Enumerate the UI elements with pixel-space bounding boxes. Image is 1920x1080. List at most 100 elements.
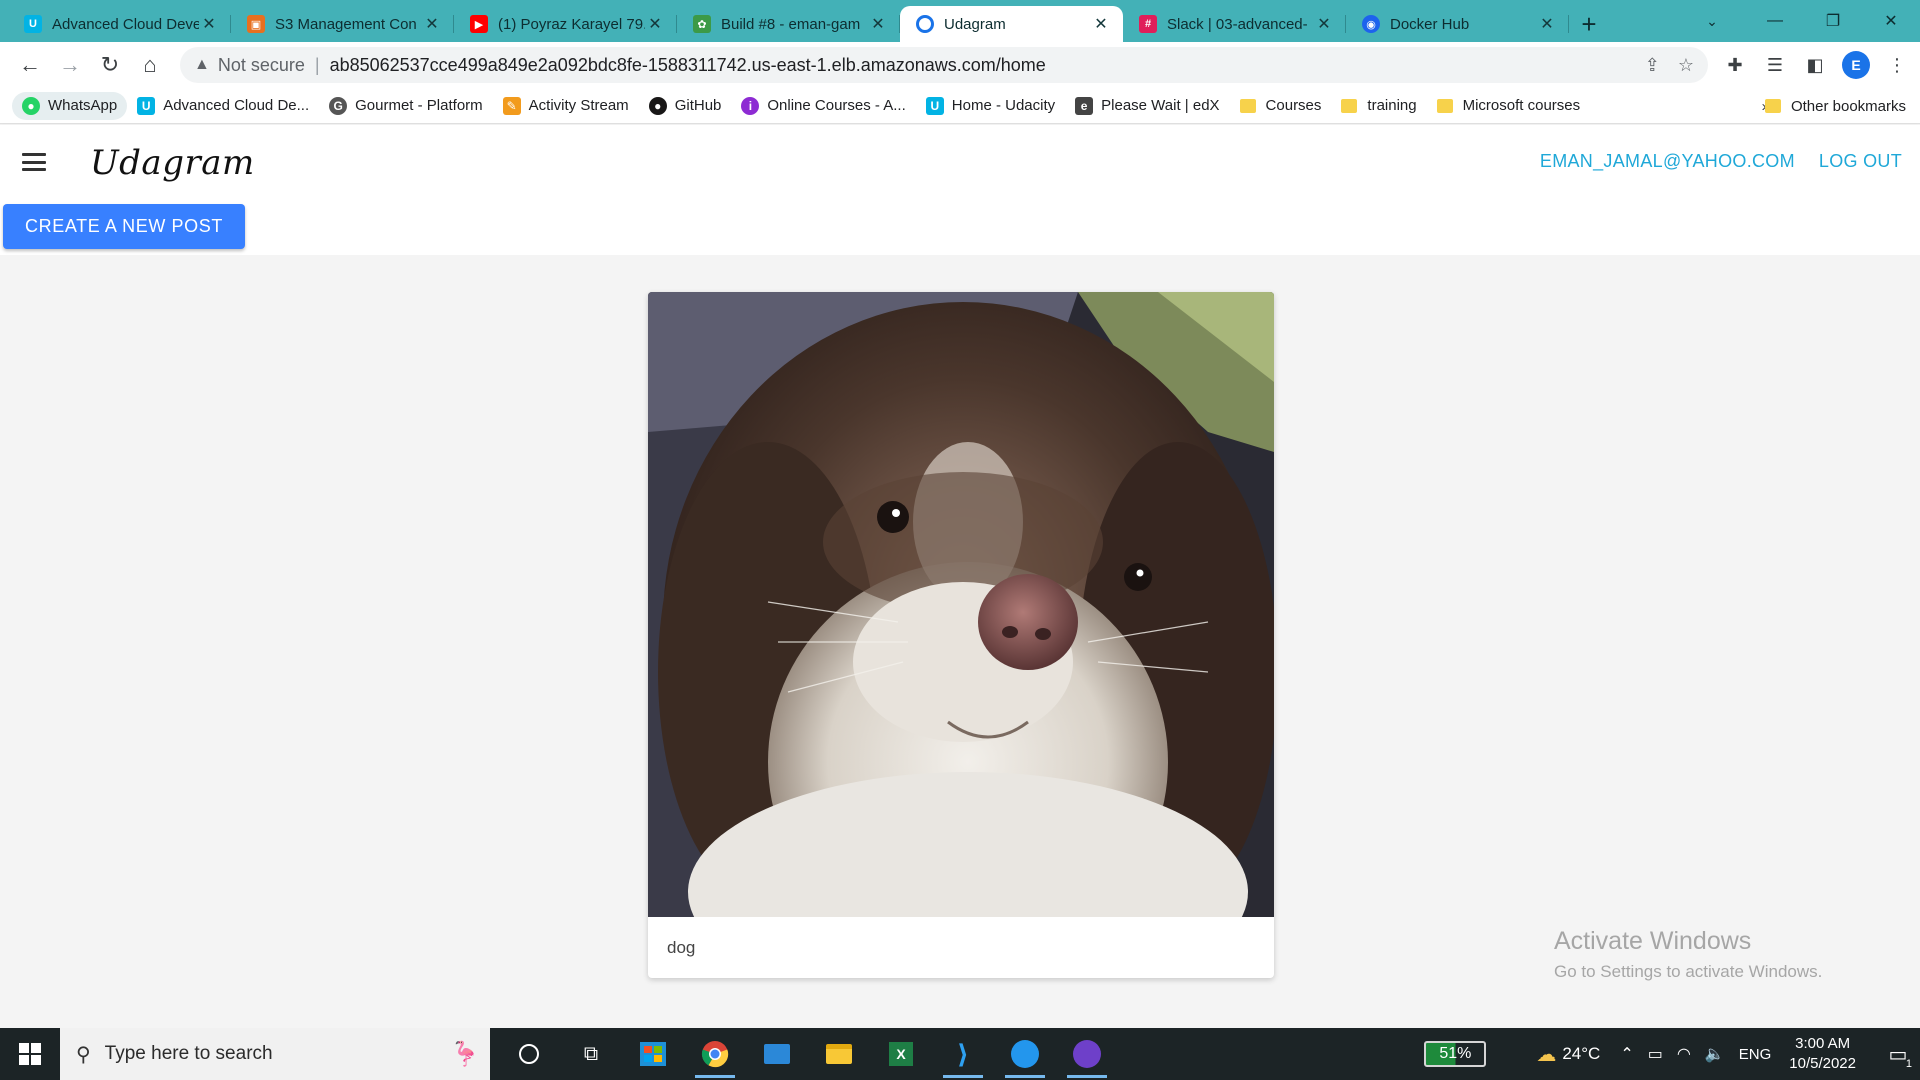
windows-taskbar: ⚲ Type here to search 🦩 ⧉ X ⟩ 51% ☁ 24°C…: [0, 1028, 1920, 1080]
warning-icon[interactable]: ▲: [194, 56, 210, 74]
tab-title: Docker Hub: [1390, 15, 1470, 33]
tab-title: Udagram: [944, 15, 1006, 33]
notification-center-button[interactable]: ▭ 1: [1876, 1028, 1920, 1080]
menu-icon[interactable]: [22, 153, 46, 171]
file-explorer-icon[interactable]: [808, 1028, 870, 1080]
bookmark-star-icon[interactable]: ☆: [1678, 55, 1694, 76]
url-text[interactable]: ab85062537cce499a849e2a092bdc8fe-1588311…: [330, 55, 1645, 76]
tab-title: Build #8 - eman-gam: [721, 15, 861, 33]
wifi-icon[interactable]: ◠: [1677, 1044, 1691, 1064]
weather-icon[interactable]: ☁: [1536, 1042, 1556, 1067]
docker-desktop-icon[interactable]: [994, 1028, 1056, 1080]
close-window-button[interactable]: ✕: [1862, 0, 1920, 42]
folder-icon: [1239, 98, 1256, 113]
github-desktop-icon[interactable]: [1056, 1028, 1118, 1080]
bookmark-advanced-cloud[interactable]: U Advanced Cloud De...: [127, 92, 319, 120]
clock[interactable]: 3:00 AM 10/5/2022: [1789, 1034, 1856, 1074]
tab-build[interactable]: ✿ Build #8 - eman-gam ✕: [677, 6, 900, 42]
start-button[interactable]: [0, 1028, 60, 1080]
security-label[interactable]: Not secure: [218, 55, 305, 76]
vscode-icon[interactable]: ⟩: [932, 1028, 994, 1080]
minimize-button[interactable]: —: [1746, 0, 1804, 42]
logout-button[interactable]: LOG OUT: [1819, 151, 1902, 172]
chevron-up-icon[interactable]: ⌃: [1620, 1044, 1633, 1064]
side-panel-icon[interactable]: ◧: [1802, 52, 1828, 78]
taskbar-search[interactable]: ⚲ Type here to search 🦩: [60, 1028, 490, 1080]
globe-icon: [916, 15, 934, 33]
remote-desktop-icon[interactable]: [746, 1028, 808, 1080]
windows-logo-icon: [19, 1043, 41, 1065]
bookmark-online-courses[interactable]: i Online Courses - A...: [731, 92, 915, 120]
weather-temperature[interactable]: 24°C: [1562, 1044, 1600, 1064]
aws-s3-icon: ▣: [247, 15, 265, 33]
back-button[interactable]: ←: [10, 45, 50, 85]
browser-toolbar: ← → ↻ ⌂ ▲ Not secure | ab85062537cce499a…: [0, 42, 1920, 88]
tab-youtube[interactable]: ▶ (1) Poyraz Karayel 79. ✕: [454, 6, 677, 42]
media-control-icon[interactable]: ☰: [1762, 52, 1788, 78]
post-image[interactable]: [648, 292, 1274, 917]
app-logo[interactable]: Udagram: [90, 143, 255, 183]
tab-slack[interactable]: # Slack | 03-advanced- ✕: [1123, 6, 1346, 42]
tab-title: (1) Poyraz Karayel 79.: [498, 15, 645, 33]
bookmark-edx[interactable]: e Please Wait | edX: [1065, 92, 1229, 120]
volume-icon[interactable]: 🔈: [1705, 1044, 1725, 1064]
github-icon: ●: [648, 96, 667, 115]
chrome-logo-icon: [701, 1041, 729, 1068]
battery-indicator[interactable]: 51%: [1424, 1041, 1487, 1067]
bookmark-github[interactable]: ● GitHub: [639, 92, 732, 120]
tab-advanced-cloud[interactable]: U Advanced Cloud Deve ✕: [8, 6, 231, 42]
close-icon[interactable]: ✕: [1091, 14, 1111, 34]
watermark-subtitle: Go to Settings to activate Windows.: [1554, 962, 1823, 981]
extensions-icon[interactable]: ✚: [1722, 52, 1748, 78]
share-icon[interactable]: ⇪: [1645, 55, 1660, 76]
search-icon: ⚲: [76, 1043, 91, 1066]
bookmark-folder-training[interactable]: training: [1331, 92, 1426, 120]
tab-docker-hub[interactable]: ◉ Docker Hub ✕: [1346, 6, 1569, 42]
udacity-icon: U: [925, 96, 944, 115]
close-icon[interactable]: ✕: [1314, 14, 1334, 34]
close-icon[interactable]: ✕: [1537, 14, 1557, 34]
bookmark-activity-stream[interactable]: ✎ Activity Stream: [493, 92, 639, 120]
battery-icon[interactable]: ▭: [1648, 1044, 1663, 1064]
excel-icon[interactable]: X: [870, 1028, 932, 1080]
clock-time: 3:00 AM: [1795, 1035, 1851, 1052]
close-icon[interactable]: ✕: [868, 14, 888, 34]
chrome-icon[interactable]: [684, 1028, 746, 1080]
bookmark-folder-microsoft[interactable]: Microsoft courses: [1427, 92, 1591, 120]
gourmet-icon: G: [329, 96, 348, 115]
bookmark-whatsapp[interactable]: ● WhatsApp: [12, 91, 128, 120]
docker-icon: ◉: [1362, 15, 1380, 33]
tab-s3-management[interactable]: ▣ S3 Management Con ✕: [231, 6, 454, 42]
forward-button[interactable]: →: [50, 45, 90, 85]
close-icon[interactable]: ✕: [645, 14, 665, 34]
cortana-icon[interactable]: [498, 1028, 560, 1080]
bookmark-gourmet[interactable]: G Gourmet - Platform: [319, 92, 493, 120]
close-icon[interactable]: ✕: [199, 14, 219, 34]
close-icon[interactable]: ✕: [422, 14, 442, 34]
tab-udagram[interactable]: Udagram ✕: [900, 6, 1123, 42]
post-card: dog: [648, 292, 1274, 978]
bookmark-home-udacity[interactable]: U Home - Udacity: [916, 92, 1065, 120]
address-bar[interactable]: ▲ Not secure | ab85062537cce499a849e2a09…: [180, 47, 1708, 83]
bookmark-label: Other bookmarks: [1790, 97, 1906, 115]
user-email-link[interactable]: EMAN_JAMAL@YAHOO.COM: [1540, 151, 1795, 172]
bookmark-other-bookmarks[interactable]: Other bookmarks: [1755, 92, 1916, 120]
profile-avatar[interactable]: E: [1842, 51, 1870, 79]
edx-icon: e: [1075, 96, 1094, 115]
home-button[interactable]: ⌂: [130, 45, 170, 85]
kebab-menu-icon[interactable]: ⋮: [1884, 52, 1910, 78]
reload-button[interactable]: ↻: [90, 45, 130, 85]
language-indicator[interactable]: ENG: [1739, 1046, 1772, 1063]
microsoft-store-icon[interactable]: [622, 1028, 684, 1080]
new-tab-button[interactable]: +: [1569, 6, 1609, 42]
app-header: Udagram EMAN_JAMAL@YAHOO.COM LOG OUT: [0, 125, 1920, 199]
bookmark-label: Please Wait | edX: [1101, 97, 1220, 114]
folder-icon: [1341, 98, 1358, 113]
online-courses-icon: i: [741, 96, 760, 115]
task-view-icon[interactable]: ⧉: [560, 1028, 622, 1080]
bookmark-folder-courses[interactable]: Courses: [1230, 92, 1332, 120]
folder-icon: [1764, 99, 1781, 113]
create-post-button[interactable]: CREATE A NEW POST: [3, 204, 245, 249]
tab-search-button[interactable]: ⌄: [1694, 6, 1730, 36]
restore-button[interactable]: ❐: [1804, 0, 1862, 42]
